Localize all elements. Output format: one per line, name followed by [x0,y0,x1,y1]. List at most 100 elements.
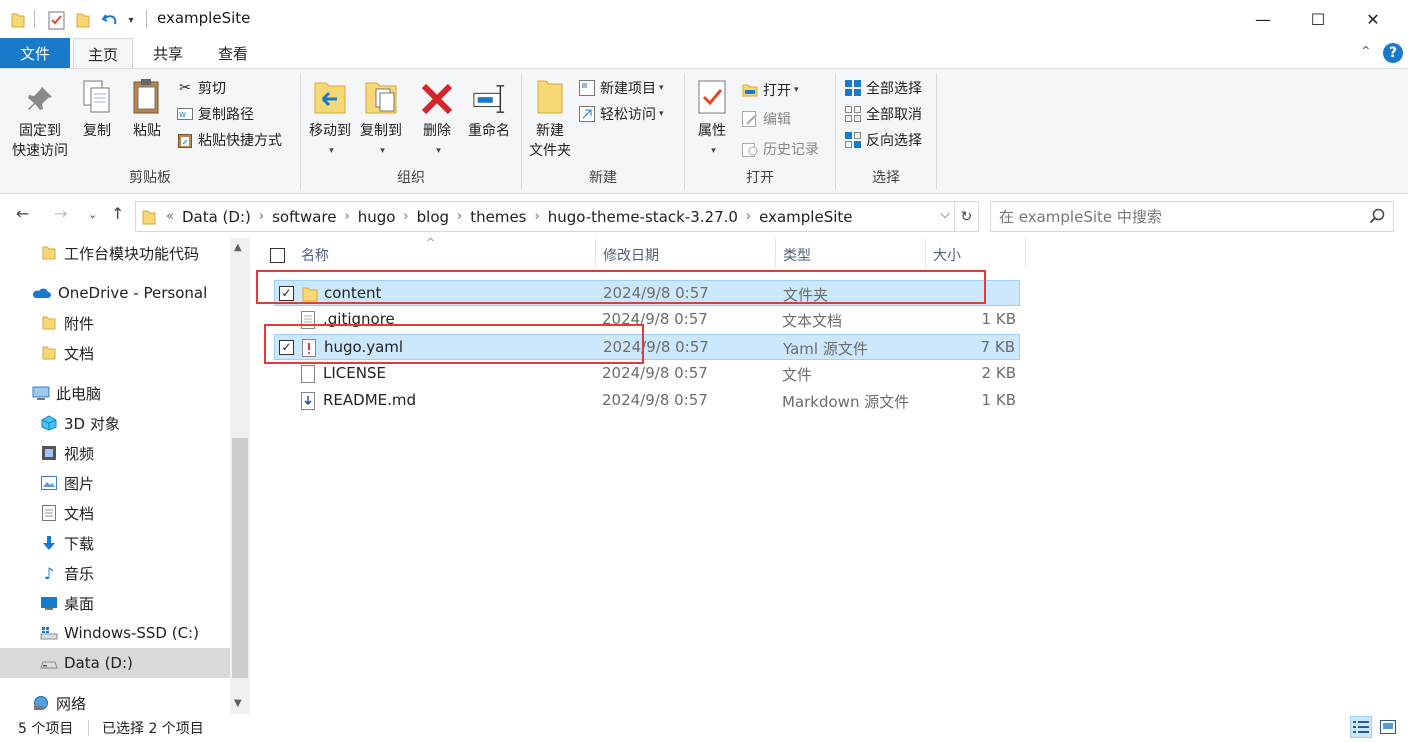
copy-path-button[interactable]: W 复制路径 [176,103,254,125]
chevron-right-icon[interactable]: › [457,209,462,224]
network-icon [32,695,50,711]
new-folder-button[interactable]: 新建 文件夹 [526,77,574,161]
move-to-button[interactable]: 移动到 ▾ [305,77,355,161]
pin-quick-access-button[interactable]: 固定到 快速访问 [8,77,72,161]
nav-scrollbar[interactable]: ▲ ▼ [230,238,250,714]
select-none-button[interactable]: 全部取消 [844,103,922,125]
search-input[interactable]: 在 exampleSite 中搜索 [990,201,1394,232]
column-header-type[interactable]: 类型 [783,242,811,268]
nav-item-drive-d[interactable]: Data (D:) [0,648,230,678]
breadcrumb-software[interactable]: software [272,208,336,226]
divider[interactable] [595,238,596,268]
easy-access-button[interactable]: 轻松访问 ▾ [578,103,664,125]
new-folder-icon[interactable] [74,9,92,31]
properties-icon[interactable] [46,9,68,31]
divider[interactable] [775,238,776,268]
copy-button[interactable]: 复制 [76,77,118,141]
history-button[interactable]: 历史记录 [741,138,819,160]
cut-button[interactable]: ✂ 剪切 [176,77,226,99]
customize-dropdown-icon[interactable]: ▾ [124,9,138,31]
file-row-license[interactable]: LICENSE 2024/9/8 0:57 文件 2 KB [274,361,1020,387]
nav-item-3d-objects[interactable]: 3D 对象 [0,408,230,438]
folder-icon [40,315,58,331]
divider[interactable] [1025,238,1026,268]
nav-item-downloads[interactable]: 下载 [0,528,230,558]
breadcrumb-examplesite[interactable]: exampleSite [759,208,852,226]
nav-item-workspace-code[interactable]: 工作台模块功能代码 [0,238,230,268]
select-group: 全部选择 全部取消 反向选择 选择 [836,69,936,193]
minimize-button[interactable]: — [1236,0,1290,38]
close-button[interactable]: ✕ [1346,0,1400,38]
recent-locations-icon[interactable]: ⌄ [88,208,97,221]
nav-item-onedrive[interactable]: OneDrive - Personal [0,278,230,308]
nav-item-desktop[interactable]: 桌面 [0,588,230,618]
undo-icon[interactable] [100,9,120,31]
up-arrow-icon[interactable]: ↑ [111,204,124,223]
clipboard-group: 固定到 快速访问 复制 粘贴 ✂ 剪切 W 复制路径 粘贴快捷方式 剪贴板 [0,69,300,193]
nav-item-drive-c[interactable]: Windows-SSD (C:) [0,618,230,648]
divider[interactable] [925,238,926,268]
chevron-right-icon[interactable]: › [259,209,264,224]
forward-arrow-icon[interactable]: → [54,204,67,223]
nav-item-documents[interactable]: 文档 [0,498,230,528]
open-button[interactable]: 打开 ▾ [741,79,799,101]
maximize-button[interactable]: ☐ [1291,0,1345,38]
scroll-up-icon[interactable]: ▲ [234,242,242,253]
delete-button[interactable]: 删除 ▾ [417,77,457,161]
tab-home[interactable]: 主页 [73,38,133,69]
nav-item-music[interactable]: ♪ 音乐 [0,558,230,588]
open-group: 属性 ▾ 打开 ▾ 编辑 历史记录 打开 [685,69,835,193]
address-bar[interactable]: « Data (D:) › software › hugo › blog › t… [135,201,955,232]
invert-selection-button[interactable]: 反向选择 [844,129,922,151]
pin-label-1: 固定到 [19,123,61,139]
copy-to-button[interactable]: 复制到 ▾ [355,77,407,161]
breadcrumb-theme-stack[interactable]: hugo-theme-stack-3.27.0 [548,208,738,226]
nav-item-label: 3D 对象 [64,414,120,433]
select-all-button[interactable]: 全部选择 [844,77,922,99]
breadcrumb-hugo[interactable]: hugo [358,208,396,226]
properties-icon [695,77,729,115]
help-icon[interactable]: ? [1383,43,1403,63]
nav-item-onedrive-documents[interactable]: 文档 [0,338,230,368]
paste-shortcut-icon [176,131,194,149]
cut-label: 剪切 [198,81,226,97]
column-header-date[interactable]: 修改日期 [603,242,659,268]
chevron-down-icon[interactable]: ⌵ [940,207,950,222]
tab-view[interactable]: 查看 [203,38,263,68]
chevron-right-icon[interactable]: › [535,209,540,224]
ribbon: 固定到 快速访问 复制 粘贴 ✂ 剪切 W 复制路径 粘贴快捷方式 剪贴板 移动… [0,68,1408,194]
scrollbar-thumb[interactable] [232,438,248,678]
folder-icon [10,9,26,31]
new-item-label: 新建项目 [600,81,656,97]
file-row-readme[interactable]: README.md 2024/9/8 0:57 Markdown 源文件 1 K… [274,388,1020,414]
chevron-right-icon[interactable]: › [746,209,751,224]
column-header-size[interactable]: 大小 [933,242,961,268]
collapse-ribbon-icon[interactable]: ⌃ [1360,44,1372,60]
details-view-icon[interactable] [1350,716,1372,738]
nav-item-this-pc[interactable]: 此电脑 [0,378,230,408]
column-header-name[interactable]: 名称 [301,242,329,268]
breadcrumb-data-d[interactable]: Data (D:) [182,208,251,226]
refresh-icon[interactable]: ↻ [955,201,979,232]
new-item-button[interactable]: 新建项目 ▾ [578,77,664,99]
nav-item-attachments[interactable]: 附件 [0,308,230,338]
breadcrumb-overflow[interactable]: « [166,209,174,224]
paste-shortcut-button[interactable]: 粘贴快捷方式 [176,129,282,151]
chevron-right-icon[interactable]: › [403,209,408,224]
back-arrow-icon[interactable]: ← [16,204,29,223]
nav-item-videos[interactable]: 视频 [0,438,230,468]
tab-share[interactable]: 共享 [138,38,198,68]
scroll-down-icon[interactable]: ▼ [234,698,242,709]
edit-button[interactable]: 编辑 [741,108,791,130]
large-icons-view-icon[interactable] [1377,716,1399,738]
chevron-right-icon[interactable]: › [345,209,350,224]
tab-file[interactable]: 文件 [0,38,70,68]
paste-button[interactable]: 粘贴 [126,77,168,141]
select-all-checkbox[interactable] [270,242,285,268]
nav-item-pictures[interactable]: 图片 [0,468,230,498]
properties-button[interactable]: 属性 ▾ [691,77,733,161]
rename-button[interactable]: 重命名 [463,77,515,141]
breadcrumb-blog[interactable]: blog [417,208,449,226]
breadcrumb-themes[interactable]: themes [470,208,526,226]
folder-icon [40,245,58,261]
